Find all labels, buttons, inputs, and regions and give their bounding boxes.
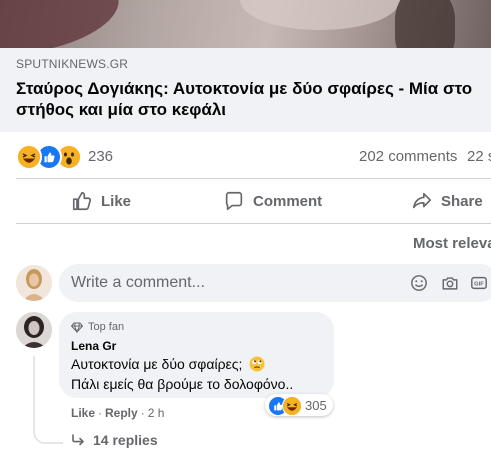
current-user-avatar[interactable] xyxy=(16,265,52,301)
comments-count[interactable]: 202 comments xyxy=(359,148,457,165)
share-icon xyxy=(412,192,432,209)
comment-reaction-count: 305 xyxy=(305,398,327,413)
diamond-icon xyxy=(71,322,83,333)
replies-count-label: 14 replies xyxy=(93,432,158,448)
separator-dot: · xyxy=(140,406,145,420)
share-button-label: Share xyxy=(441,192,483,210)
link-preview[interactable]: SPUTNIKNEWS.GR Σταύρος Δογιάκης: Αυτοκτο… xyxy=(0,48,491,132)
link-source: SPUTNIKNEWS.GR xyxy=(16,57,129,71)
comment-icon xyxy=(225,191,243,211)
shares-count[interactable]: 22 s xyxy=(467,148,491,165)
comment-sort-dropdown[interactable]: Most releva xyxy=(413,235,491,252)
view-replies-link[interactable]: 14 replies xyxy=(71,432,158,448)
rolling-eyes-emoji-icon xyxy=(249,356,265,372)
comment-text-line-2: Πάλι εμείς θα βρούμε το δολοφόνο.. xyxy=(71,376,294,392)
share-button[interactable]: Share xyxy=(411,184,483,218)
gif-icon[interactable]: GIF xyxy=(470,274,488,292)
separator-dot: · xyxy=(98,406,103,420)
divider xyxy=(16,178,491,179)
comment-input[interactable] xyxy=(71,264,401,302)
comment-time[interactable]: 2 h xyxy=(148,406,165,420)
haha-reaction-icon xyxy=(282,396,302,416)
haha-reaction-icon xyxy=(16,144,42,170)
post-actions: Like Comment Share xyxy=(0,184,491,218)
comment-button[interactable]: Comment xyxy=(223,184,322,218)
comment-like-link[interactable]: Like xyxy=(71,406,95,420)
camera-icon[interactable] xyxy=(441,274,459,292)
comment-bubble: Top fan Lena Gr Αυτοκτονία με δύο σφαίρε… xyxy=(59,312,334,398)
comment-reactions[interactable]: 305 xyxy=(265,394,333,416)
comment-text: Αυτοκτονία με δύο σφαίρες; xyxy=(71,356,243,372)
top-fan-badge[interactable]: Top fan xyxy=(71,321,124,333)
comment-meta: Like · Reply · 2 h xyxy=(71,406,164,420)
commenter-avatar[interactable] xyxy=(16,312,52,348)
link-headline[interactable]: Σταύρος Δογιάκης: Αυτοκτονία με δύο σφαί… xyxy=(16,78,491,120)
like-button-label: Like xyxy=(101,192,132,210)
emoji-icon[interactable] xyxy=(410,274,428,292)
like-button[interactable]: Like xyxy=(71,184,131,218)
comment-button-label: Comment xyxy=(253,192,323,210)
comment-reply-link[interactable]: Reply xyxy=(105,406,138,420)
link-preview-image[interactable] xyxy=(0,0,491,48)
comment-composer: GIF xyxy=(59,264,491,302)
thumbs-up-icon xyxy=(72,191,92,211)
svg-text:GIF: GIF xyxy=(474,282,484,288)
top-fan-label: Top fan xyxy=(88,321,125,333)
comment-text-line-1: Αυτοκτονία με δύο σφαίρες; xyxy=(71,356,265,372)
reply-arrow-icon xyxy=(72,434,84,446)
post-stats: 236 202 comments 22 s xyxy=(0,141,491,171)
divider xyxy=(16,223,491,224)
reaction-count[interactable]: 236 xyxy=(88,148,113,165)
comment-author[interactable]: Lena Gr xyxy=(71,339,116,353)
